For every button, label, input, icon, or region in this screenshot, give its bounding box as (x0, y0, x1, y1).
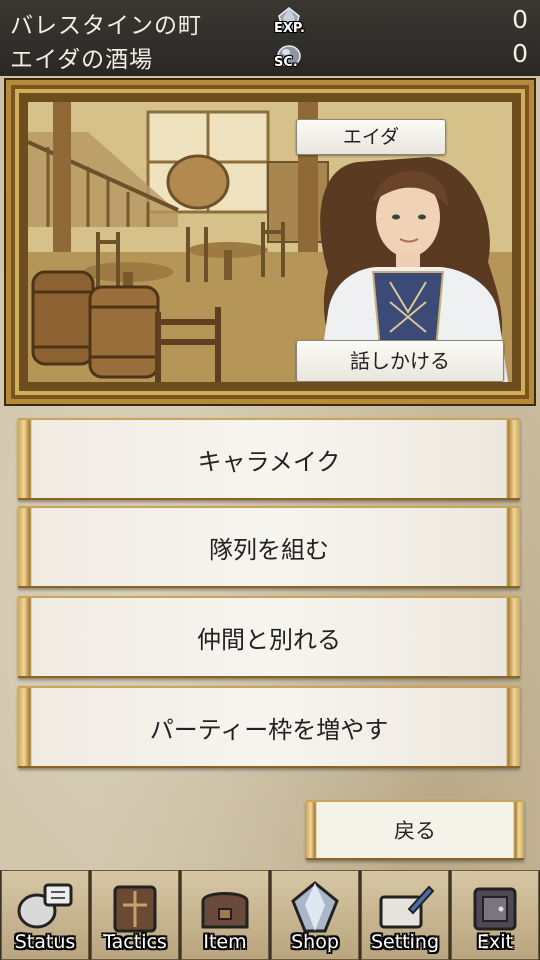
talk-button[interactable]: 話しかける (296, 340, 504, 382)
nav-setting-label: Setting (370, 931, 440, 953)
character-create-button[interactable]: キャラメイク (18, 418, 520, 500)
exp-icon: EXP. (274, 6, 305, 36)
exp-value: 0 (512, 5, 528, 34)
expand-party-button[interactable]: パーティー枠を増やす (18, 686, 520, 768)
nav-shop-label: Shop (291, 931, 339, 953)
exp-label: EXP. (274, 21, 305, 36)
nav-shop[interactable]: Shop (271, 870, 359, 960)
nav-tactics[interactable]: Tactics (91, 870, 179, 960)
formation-button[interactable]: 隊列を組む (18, 506, 520, 588)
nav-exit-label: Exit (477, 931, 513, 953)
nav-exit[interactable]: Exit (451, 870, 539, 960)
dismiss-member-button[interactable]: 仲間と別れる (18, 596, 520, 678)
status-icon (17, 883, 73, 929)
exit-icon (473, 887, 517, 931)
tavern-scene: エイダ 話しかける (28, 102, 512, 382)
bottom-nav: Status Tactics Item Shop Setting Exit (0, 870, 540, 960)
shop-icon (291, 881, 339, 933)
sc-label: SC. (274, 55, 298, 70)
npc-name-plate: エイダ (296, 119, 446, 155)
town-name: バレスタインの町 (10, 13, 202, 39)
back-button[interactable]: 戻る (306, 800, 524, 860)
nav-status-label: Status (14, 931, 76, 953)
nav-status[interactable]: Status (1, 870, 89, 960)
setting-icon (379, 885, 435, 929)
status-header: バレスタインの町 エイダの酒場 EXP. 0 SC. 0 (0, 0, 540, 76)
item-icon (201, 892, 249, 929)
scene-frame: エイダ 話しかける (6, 80, 534, 404)
location-name: エイダの酒場 (10, 47, 154, 73)
nav-item-label: Item (203, 931, 247, 953)
sc-icon: SC. (274, 40, 304, 70)
nav-setting[interactable]: Setting (361, 870, 449, 960)
tactics-icon (113, 885, 157, 933)
nav-item[interactable]: Item (181, 870, 269, 960)
sc-value: 0 (512, 39, 528, 68)
nav-tactics-label: Tactics (103, 931, 167, 953)
